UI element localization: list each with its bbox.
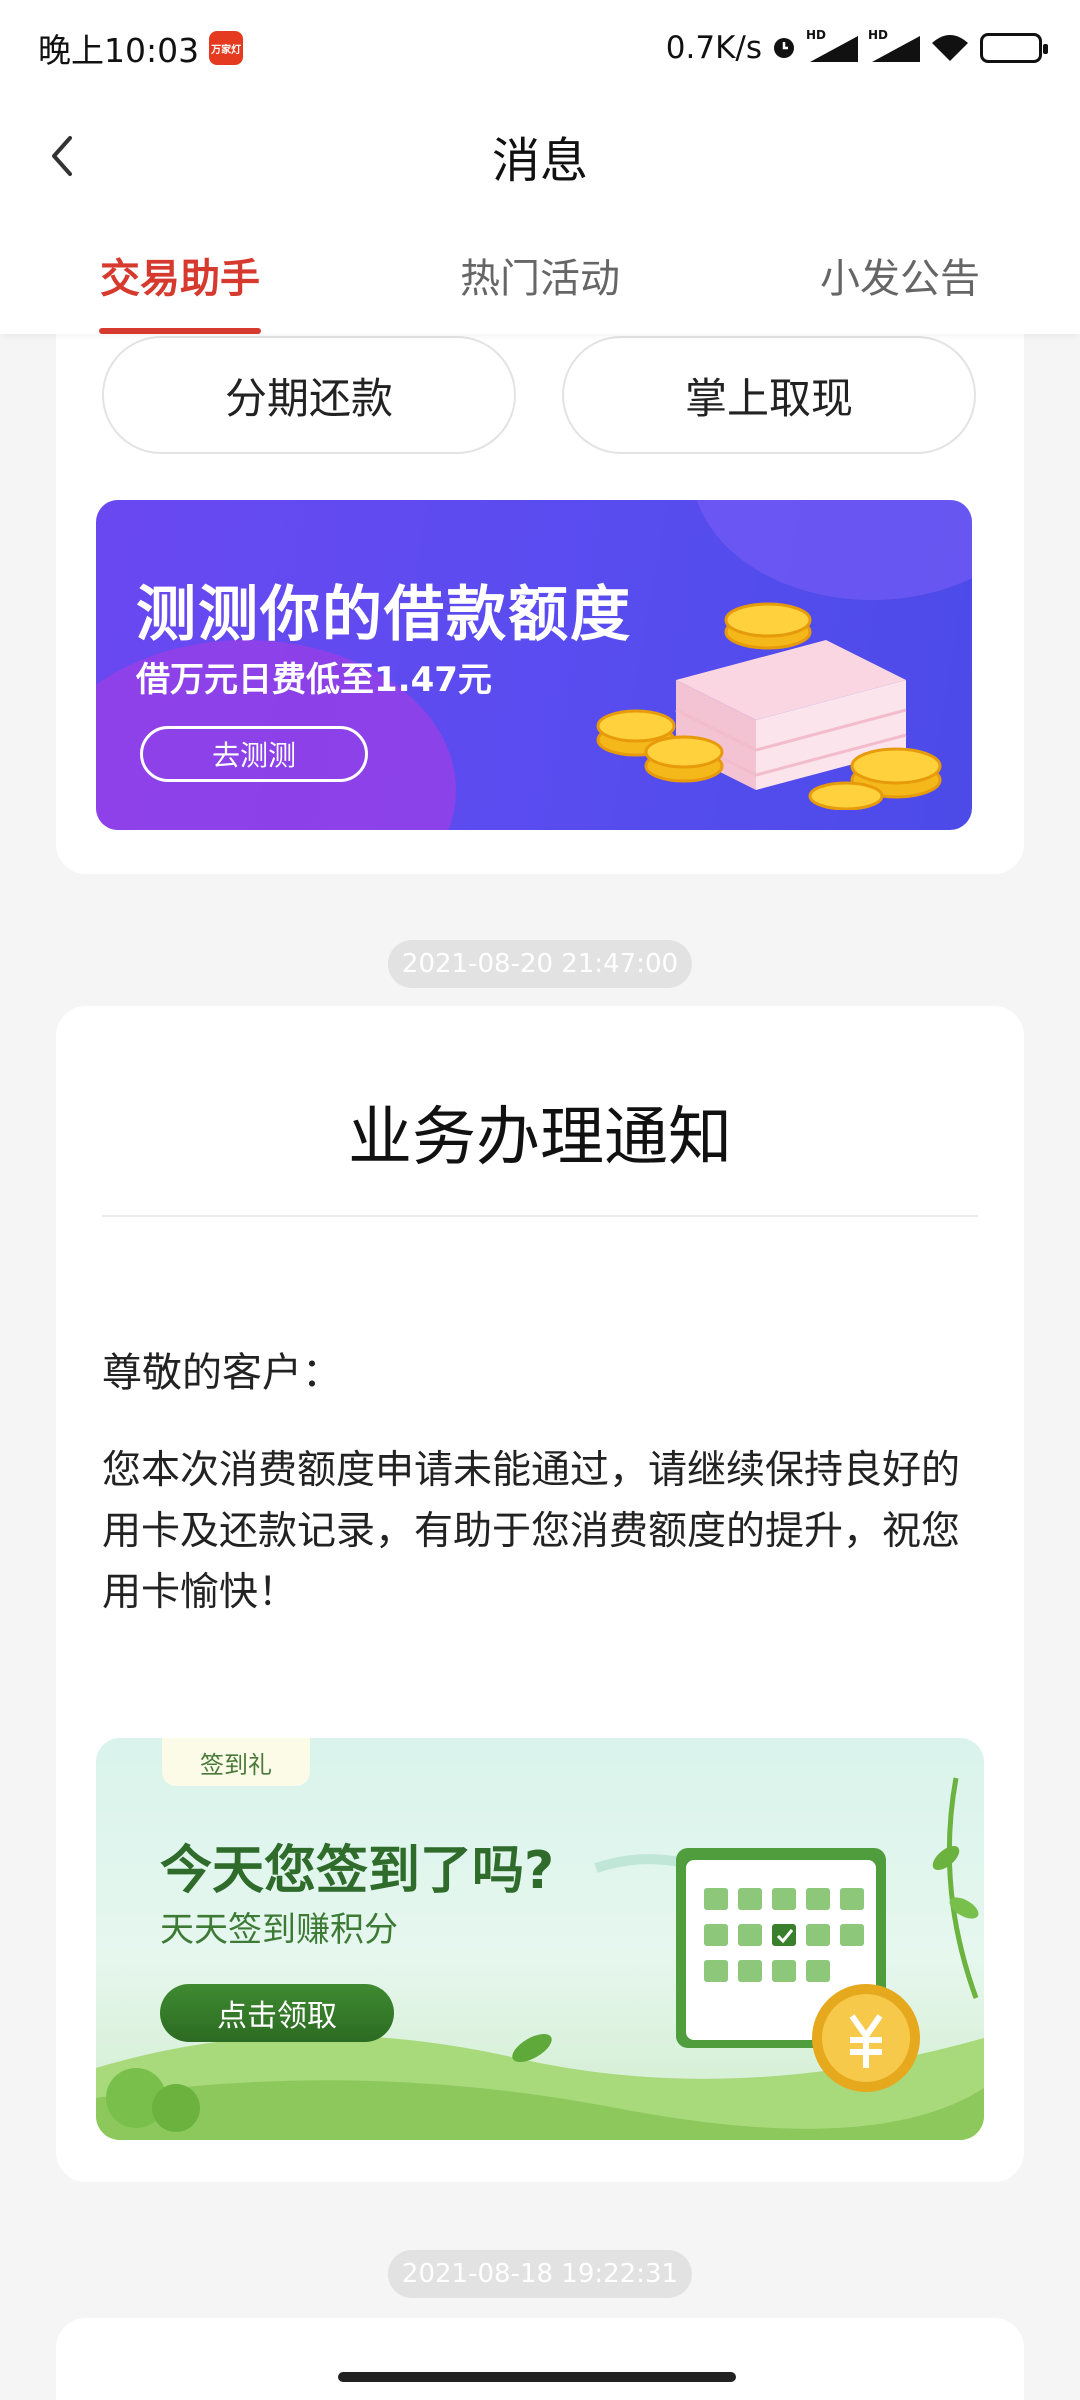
- status-indicators: 0.7K/s HD HD: [665, 28, 1048, 66]
- message-card-notice: 业务办理通知 尊敬的客户： 您本次消费额度申请未能通过，请继续保持良好的用卡及还…: [56, 1006, 1024, 2182]
- notice-title: 业务办理通知: [348, 1101, 732, 1175]
- divider: [102, 1215, 978, 1217]
- signal-icon-2: HD: [868, 28, 920, 62]
- battery-icon: [980, 33, 1048, 63]
- alarm-icon: [774, 38, 794, 58]
- notice-greeting: 尊敬的客户：: [102, 1350, 342, 1396]
- status-bar: 晚上10:03 万家灯 0.7K/s HD HD: [0, 0, 1080, 96]
- tab-trade-assistant[interactable]: 交易助手: [0, 216, 360, 334]
- sign-in-title: 今天您签到了吗?: [160, 1841, 555, 1901]
- message-timestamp: 2021-08-20 21:47:00: [387, 940, 693, 988]
- banner-decoration: [692, 500, 972, 600]
- back-button[interactable]: [36, 130, 88, 182]
- loan-quota-banner[interactable]: 测测你的借款额度 借万元日费低至1.47元 去测测: [96, 500, 972, 830]
- installment-repay-button[interactable]: 分期还款: [102, 336, 516, 454]
- message-timestamp: 2021-08-18 19:22:31: [387, 2250, 693, 2298]
- loan-banner-title: 测测你的借款额度: [136, 580, 632, 650]
- network-speed: 0.7K/s: [665, 30, 762, 66]
- app-badge-icon: 万家灯: [209, 31, 244, 65]
- money-coins-illustration: [596, 602, 942, 810]
- cash-withdraw-button[interactable]: 掌上取现: [562, 336, 976, 454]
- test-quota-button[interactable]: 去测测: [140, 726, 368, 782]
- tab-bar: 交易助手 热门活动 小发公告: [0, 216, 1080, 334]
- tab-hot-events[interactable]: 热门活动: [360, 216, 720, 334]
- sign-in-subtitle: 天天签到赚积分: [160, 1910, 398, 1950]
- notice-body: 您本次消费额度申请未能通过，请继续保持良好的用卡及还款记录，有助于您消费额度的提…: [102, 1448, 961, 1615]
- sign-in-gift-tag: 签到礼: [162, 1738, 310, 1786]
- header: 消息: [0, 96, 1080, 216]
- message-card-top: 分期还款 掌上取现 测测你的借款额度 借万元日费低至1.47元 去测测: [56, 300, 1024, 874]
- status-time: 晚上10:03: [38, 31, 200, 70]
- page-title: 消息: [491, 133, 588, 189]
- signal-icon-1: HD: [806, 28, 858, 62]
- loan-banner-subtitle: 借万元日费低至1.47元: [136, 660, 492, 700]
- claim-button[interactable]: 点击领取: [160, 1984, 394, 2042]
- wifi-icon: [932, 35, 968, 61]
- message-card-next: [56, 2318, 1024, 2400]
- sign-in-banner[interactable]: 签到礼 今天您签到了吗? 天天签到赚积分 点击领取: [96, 1738, 984, 2140]
- chevron-left-icon: [52, 136, 72, 176]
- home-indicator[interactable]: [338, 2372, 736, 2382]
- tab-announcements[interactable]: 小发公告: [720, 216, 1080, 334]
